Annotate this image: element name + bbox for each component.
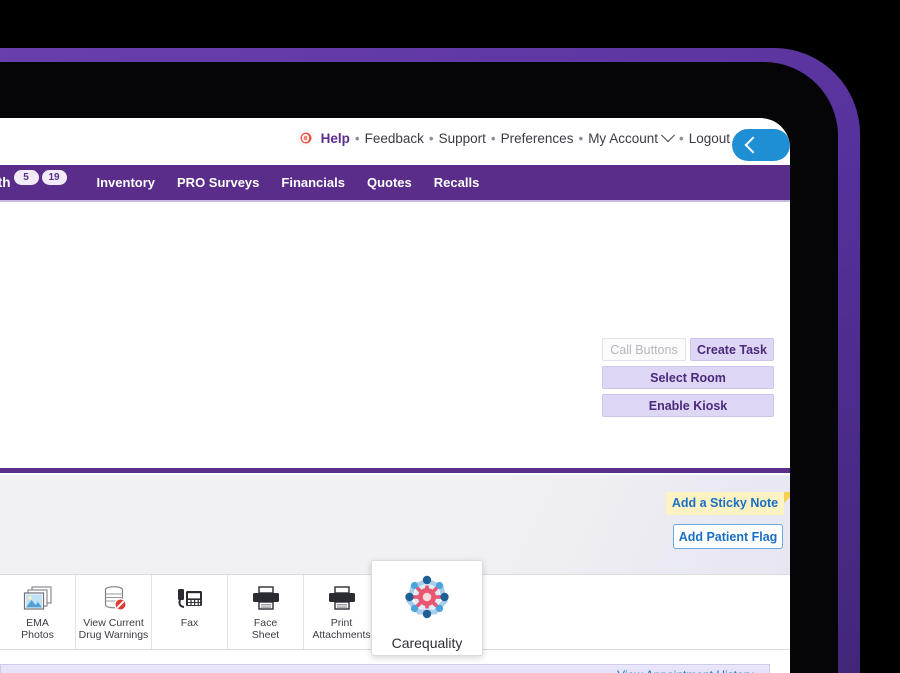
nav-badge-2: 19 — [41, 170, 67, 185]
my-account-link[interactable]: My Account — [588, 131, 658, 146]
action-button-row: Call Buttons Create Task — [602, 338, 774, 361]
tool-ema-photos[interactable]: EMA Photos — [0, 575, 76, 649]
main-navigation: lth 5 19 Inventory PRO Surveys Financial… — [0, 165, 790, 202]
lifebuoy-icon — [297, 130, 314, 146]
note-fold-corner-icon — [784, 492, 790, 503]
separator-dot: • — [578, 130, 584, 146]
tool-face-sheet[interactable]: Face Sheet — [228, 575, 304, 649]
add-patient-flag-button[interactable]: Add Patient Flag — [673, 524, 783, 549]
patient-action-panel: Call Buttons Create Task Select Room Ena… — [0, 202, 790, 470]
separator-dot: • — [354, 130, 360, 146]
utility-links: Help • Feedback • Support • Preferences … — [297, 128, 730, 146]
help-link[interactable]: Help — [321, 131, 350, 146]
separator-dot: • — [678, 130, 684, 146]
separator-dot: • — [428, 130, 434, 146]
feedback-link[interactable]: Feedback — [365, 131, 424, 146]
chevron-left-icon — [744, 136, 762, 154]
view-appointment-history-link[interactable]: View Appointment History › — [617, 668, 761, 673]
select-room-button[interactable]: Select Room — [602, 366, 774, 389]
app-viewport: Help • Feedback • Support • Preferences … — [0, 118, 790, 673]
drug-warning-icon — [99, 583, 129, 613]
tool-carequality[interactable]: Carequality — [371, 560, 483, 656]
carequality-label: Carequality — [391, 635, 463, 651]
add-sticky-note-button[interactable]: Add a Sticky Note — [666, 492, 790, 515]
fax-icon — [175, 583, 205, 613]
tool-label: EMA Photos — [21, 617, 54, 641]
logout-link[interactable]: Logout — [689, 131, 730, 146]
section-divider — [0, 468, 790, 473]
action-button-group: Call Buttons Create Task Select Room Ena… — [602, 338, 774, 417]
preferences-link[interactable]: Preferences — [501, 131, 574, 146]
support-link[interactable]: Support — [439, 131, 486, 146]
tool-print-attachments[interactable]: Print Attachments — [304, 575, 380, 649]
nav-badge-1: 5 — [13, 170, 39, 185]
tool-label: Face Sheet — [251, 617, 280, 641]
collapse-panel-button[interactable] — [732, 129, 790, 161]
nav-item-financials[interactable]: Financials — [281, 175, 345, 190]
tool-label: View Current Drug Warnings — [78, 617, 149, 641]
nav-item-health-label: lth — [0, 175, 11, 190]
nav-item-health[interactable]: lth 5 19 — [0, 170, 67, 190]
tool-fax[interactable]: Fax — [152, 575, 228, 649]
enable-kiosk-button[interactable]: Enable Kiosk — [602, 394, 774, 417]
printer-icon — [251, 583, 281, 613]
screenshot-stage: Help • Feedback • Support • Preferences … — [0, 0, 900, 673]
add-sticky-note-label: Add a Sticky Note — [671, 496, 779, 510]
nav-item-recalls[interactable]: Recalls — [434, 175, 480, 190]
nav-item-inventory[interactable]: Inventory — [97, 175, 156, 190]
separator-dot: • — [490, 130, 496, 146]
tool-view-drug-warnings[interactable]: View Current Drug Warnings — [76, 575, 152, 649]
utility-bar: Help • Feedback • Support • Preferences … — [0, 118, 790, 165]
printer-icon — [327, 583, 357, 613]
appointments-panel-header: View Appointment History › — [0, 664, 770, 673]
create-task-button[interactable]: Create Task — [690, 338, 774, 361]
call-buttons-button[interactable]: Call Buttons — [602, 338, 686, 361]
chevron-down-icon[interactable] — [660, 128, 676, 143]
nav-item-pro-surveys[interactable]: PRO Surveys — [177, 175, 259, 190]
carequality-logo-icon — [401, 573, 453, 626]
photos-icon — [23, 583, 53, 613]
tool-label: Print Attachments — [312, 617, 371, 641]
nav-item-quotes[interactable]: Quotes — [367, 175, 412, 190]
tool-label: Fax — [180, 617, 199, 629]
device-screen: Help • Feedback • Support • Preferences … — [0, 118, 790, 673]
